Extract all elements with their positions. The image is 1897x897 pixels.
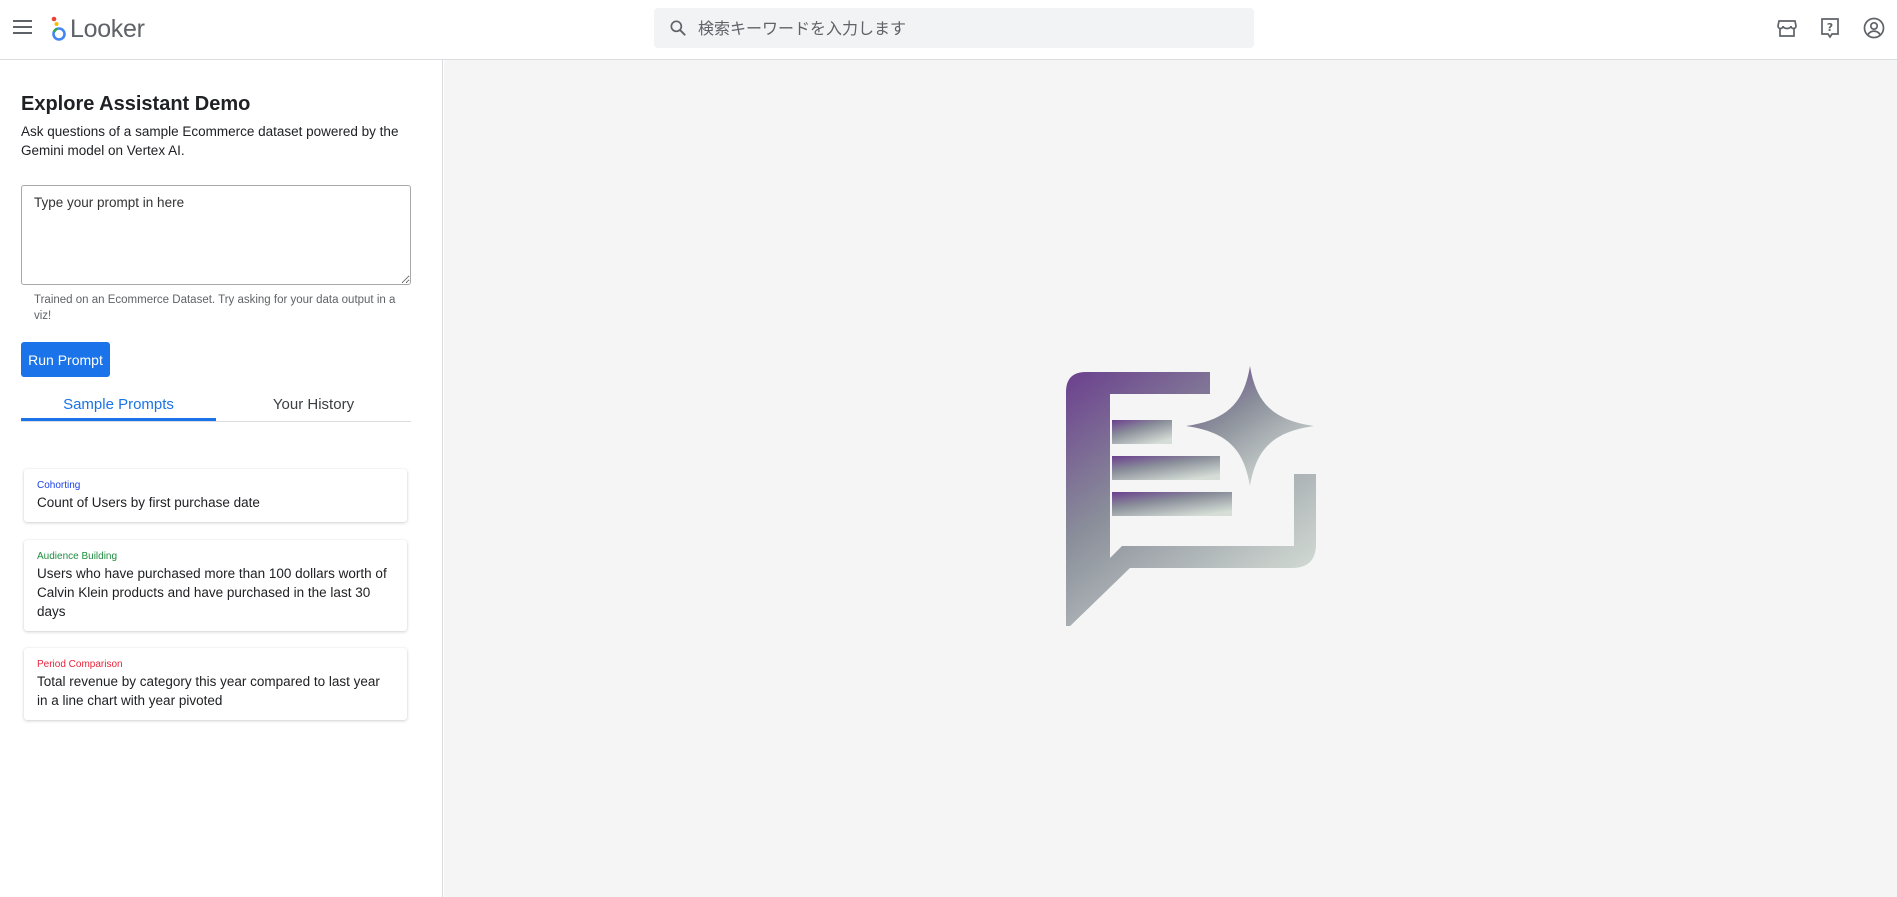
marketplace-icon[interactable] — [1775, 16, 1799, 40]
results-area — [444, 60, 1897, 897]
sample-category: Period Comparison — [37, 659, 123, 670]
panel-subtitle: Ask questions of a sample Ecommerce data… — [21, 124, 399, 158]
sample-category: Cohorting — [37, 480, 81, 491]
gemini-chat-icon — [1066, 366, 1316, 626]
sample-text: Total revenue by category this year comp… — [37, 674, 380, 708]
help-icon[interactable]: ? — [1818, 16, 1842, 40]
prompt-tabs: Sample Prompts Your History — [21, 382, 411, 422]
explore-assistant-panel: Explore Assistant Demo Ask questions of … — [0, 60, 443, 897]
sample-prompt-card[interactable]: Cohorting Count of Users by first purcha… — [24, 469, 407, 522]
looker-logo[interactable]: Looker — [50, 14, 145, 44]
sample-text: Count of Users by first purchase date — [37, 495, 260, 510]
search-input[interactable] — [698, 8, 1254, 48]
account-icon[interactable] — [1862, 16, 1886, 40]
top-bar: Looker ? — [0, 0, 1897, 60]
hamburger-menu-icon[interactable] — [12, 17, 34, 39]
sample-category: Audience Building — [37, 551, 118, 562]
panel-title: Explore Assistant Demo — [21, 93, 251, 115]
tab-your-history[interactable]: Your History — [216, 382, 411, 421]
search-icon — [670, 20, 686, 36]
svg-text:?: ? — [1827, 21, 1833, 34]
sample-prompt-card[interactable]: Audience Building Users who have purchas… — [24, 540, 407, 631]
looker-logo-icon — [51, 16, 66, 41]
app-name: Looker — [70, 14, 145, 43]
sample-prompt-card[interactable]: Period Comparison Total revenue by categ… — [24, 648, 407, 720]
prompt-hint: Trained on an Ecommerce Dataset. Try ask… — [34, 294, 396, 322]
search-bar[interactable] — [654, 8, 1254, 48]
prompt-input[interactable] — [21, 185, 411, 285]
run-prompt-button[interactable]: Run Prompt — [21, 342, 110, 377]
tab-sample-prompts[interactable]: Sample Prompts — [21, 382, 216, 421]
sample-text: Users who have purchased more than 100 d… — [37, 566, 387, 619]
